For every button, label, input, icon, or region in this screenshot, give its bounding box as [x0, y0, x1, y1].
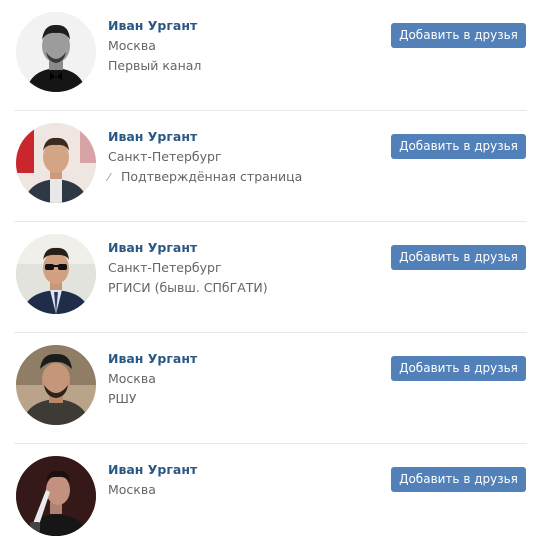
person-extra-text: Подтверждённая страница — [121, 169, 303, 184]
person-extra: РШУ — [108, 391, 137, 406]
person-city: Санкт-Петербург — [108, 260, 222, 275]
add-friend-button[interactable]: Добавить в друзья — [391, 134, 526, 159]
avatar[interactable] — [16, 234, 96, 314]
verified-icon: ⁄ — [108, 171, 110, 184]
person-name-link[interactable]: Иван Ургант — [108, 239, 368, 259]
person-extra: ⁄ Подтверждённая страница — [108, 168, 368, 188]
add-friend-button[interactable]: Добавить в друзья — [391, 245, 526, 270]
person-extra: Первый канал — [108, 58, 202, 73]
avatar[interactable] — [16, 345, 96, 425]
people-search-results: Иван Ургант Москва Первый канал Добавить… — [0, 0, 539, 549]
person-city: Москва — [108, 482, 156, 497]
person-info: Иван Ургант Москва Первый канал — [108, 17, 368, 77]
person-extra: РГИСИ (бывш. СПбГАТИ) — [108, 280, 268, 295]
list-item: Иван Ургант Москва Добавить в друзья — [14, 444, 527, 549]
person-city: Москва — [108, 38, 156, 53]
person-city: Москва — [108, 371, 156, 386]
person-info: Иван Ургант Москва — [108, 461, 368, 501]
person-info: Иван Ургант Москва РШУ — [108, 350, 368, 410]
list-item: Иван Ургант Санкт-Петербург РГИСИ (бывш.… — [14, 222, 527, 333]
person-city: Санкт-Петербург — [108, 149, 222, 164]
list-item: Иван Ургант Санкт-Петербург ⁄ Подтверждён… — [14, 111, 527, 222]
person-info: Иван Ургант Санкт-Петербург ⁄ Подтверждён… — [108, 128, 368, 188]
add-friend-button[interactable]: Добавить в друзья — [391, 467, 526, 492]
person-name-link[interactable]: Иван Ургант — [108, 128, 368, 148]
avatar[interactable] — [16, 456, 96, 536]
person-info: Иван Ургант Санкт-Петербург РГИСИ (бывш.… — [108, 239, 368, 299]
person-name-link[interactable]: Иван Ургант — [108, 461, 368, 481]
avatar[interactable] — [16, 123, 96, 203]
add-friend-button[interactable]: Добавить в друзья — [391, 23, 526, 48]
person-name-link[interactable]: Иван Ургант — [108, 350, 368, 370]
person-name-link[interactable]: Иван Ургант — [108, 17, 368, 37]
avatar[interactable] — [16, 12, 96, 92]
list-item: Иван Ургант Москва РШУ Добавить в друзья — [14, 333, 527, 444]
add-friend-button[interactable]: Добавить в друзья — [391, 356, 526, 381]
list-item: Иван Ургант Москва Первый канал Добавить… — [14, 0, 527, 111]
